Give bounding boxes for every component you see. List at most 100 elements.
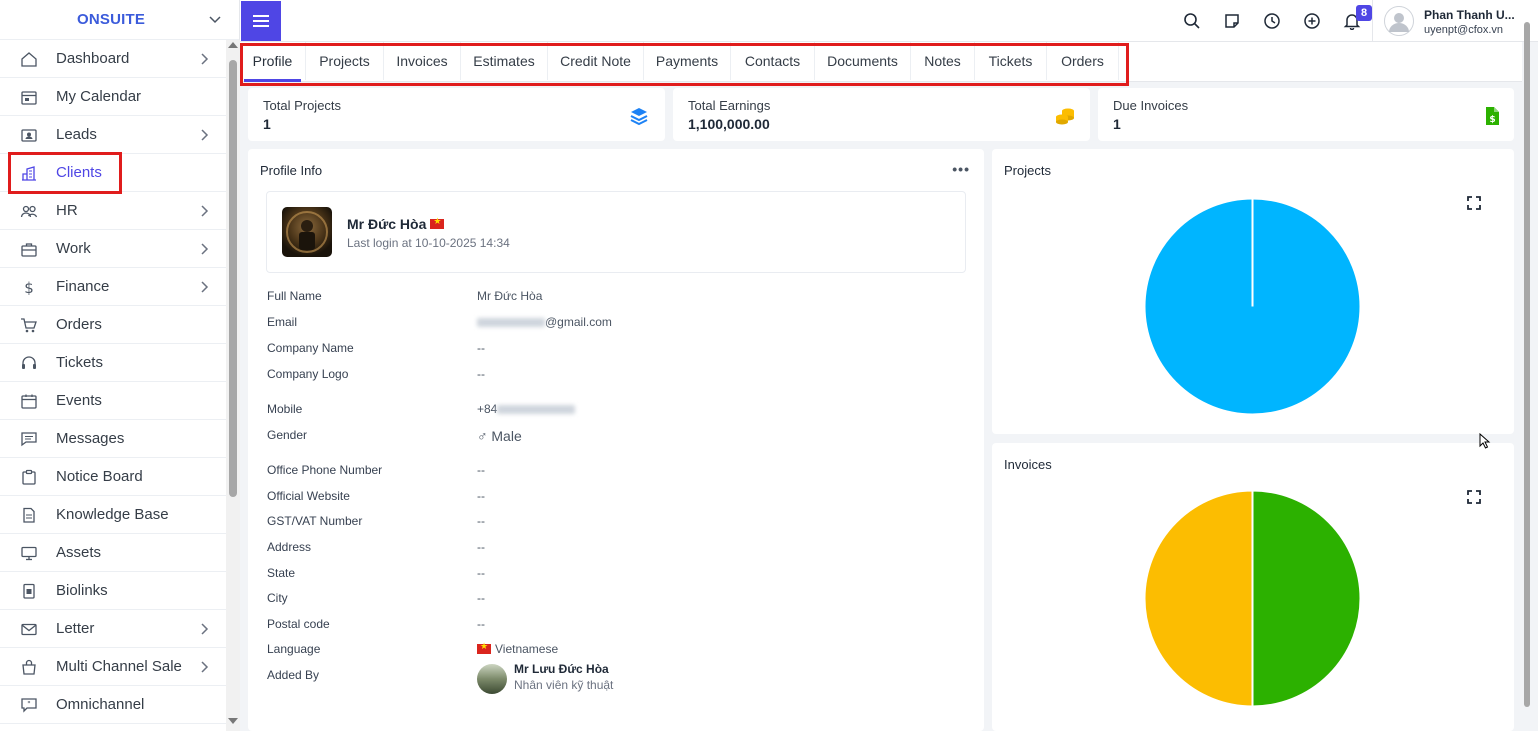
sidebar-item-label: Biolinks	[56, 582, 108, 599]
svg-text:": "	[27, 700, 31, 709]
envelope-icon	[20, 621, 38, 637]
field-label: Gender	[267, 428, 308, 442]
brand[interactable]: ONSUITE	[0, 0, 239, 40]
invoices-pie-slice-1[interactable]	[1143, 489, 1254, 708]
tab-invoices[interactable]: Invoices	[384, 42, 461, 80]
stat-label: Total Earnings	[688, 98, 771, 113]
sidebar-item-clients[interactable]: Clients	[0, 154, 226, 192]
tab-orders[interactable]: Orders	[1047, 42, 1119, 80]
user-name[interactable]: Phan Thanh U...	[1424, 8, 1515, 22]
sidebar-item-tickets[interactable]: Tickets	[0, 344, 226, 382]
sidebar-item-hr[interactable]: HR	[0, 192, 226, 230]
sidebar-scroll-thumb[interactable]	[229, 60, 237, 497]
sidebar-item-omnichannel[interactable]: " Omnichannel	[0, 686, 226, 724]
brand-name: ONSUITE	[77, 11, 146, 28]
sidebar-item-events[interactable]: Events	[0, 382, 226, 420]
sidebar-item-finance[interactable]: $ Finance	[0, 268, 226, 306]
card-title: Invoices	[1004, 457, 1052, 472]
monitor-icon	[20, 545, 38, 561]
invoice-dollar-icon: $	[1486, 107, 1499, 125]
tab-projects[interactable]: Projects	[306, 42, 384, 80]
tab-notes[interactable]: Notes	[911, 42, 975, 80]
sidebar-item-biolinks[interactable]: Biolinks	[0, 572, 226, 610]
sidebar-item-label: Tickets	[56, 354, 103, 371]
sidebar-item-messages[interactable]: Messages	[0, 420, 226, 458]
sidebar-item-label: HR	[56, 202, 78, 219]
field-value: +84	[477, 402, 576, 416]
tab-payments[interactable]: Payments	[644, 42, 731, 80]
tab-credit-note[interactable]: Credit Note	[548, 42, 644, 80]
last-login: Last login at 10-10-2025 14:34	[347, 236, 510, 250]
fullscreen-icon[interactable]	[1467, 196, 1481, 210]
scroll-down-arrow-icon[interactable]	[228, 718, 238, 724]
more-options-icon[interactable]: •••	[952, 161, 970, 177]
notification-badge: 8	[1356, 5, 1372, 21]
chat-quote-icon: "	[20, 697, 38, 713]
sidebar-item-work[interactable]: Work	[0, 230, 226, 268]
clock-icon[interactable]	[1263, 12, 1281, 30]
stat-card-total-earnings: Total Earnings 1,100,000.00	[673, 88, 1090, 141]
sidebar-item-notice-board[interactable]: Notice Board	[0, 458, 226, 496]
menu-toggle-button[interactable]	[241, 1, 281, 41]
added-by-avatar[interactable]	[477, 664, 507, 694]
bag-icon	[20, 659, 38, 675]
profile-summary: Mr Đức Hòa Last login at 10-10-2025 14:3…	[266, 191, 966, 273]
tab-estimates[interactable]: Estimates	[461, 42, 548, 80]
field-label: Official Website	[267, 489, 350, 503]
sidebar-item-label: Dashboard	[56, 50, 130, 67]
added-by-name[interactable]: Mr Lưu Đức Hòa	[514, 662, 609, 676]
client-tabs: Profile Projects Invoices Estimates Credit N…	[240, 42, 1522, 82]
stat-value: 1	[263, 116, 271, 132]
sidebar-item-leads[interactable]: Leads	[0, 116, 226, 154]
sidebar-item-label: Events	[56, 392, 102, 409]
sidebar-item-my-calendar[interactable]: My Calendar	[0, 78, 226, 116]
sidebar-item-label: Messages	[56, 430, 125, 447]
field-value: --	[477, 514, 485, 528]
fullscreen-icon[interactable]	[1467, 490, 1481, 504]
stat-label: Due Invoices	[1113, 98, 1189, 113]
sidebar-item-knowledge-base[interactable]: Knowledge Base	[0, 496, 226, 534]
chevron-right-icon[interactable]	[198, 622, 210, 636]
chevron-right-icon[interactable]	[198, 204, 210, 218]
scroll-up-arrow-icon[interactable]	[228, 42, 238, 48]
field-value: --	[477, 463, 485, 477]
field-label: City	[267, 591, 288, 605]
chevron-right-icon[interactable]	[198, 660, 210, 674]
vietnam-flag-icon	[430, 216, 445, 229]
field-value-text: +84	[477, 402, 498, 416]
field-value: --	[477, 617, 485, 631]
mouse-cursor-icon	[1479, 433, 1491, 449]
user-avatar[interactable]	[1384, 6, 1414, 36]
card-title: Projects	[1004, 163, 1051, 178]
user-email: uyenpt@cfox.vn	[1424, 24, 1504, 36]
projects-chart-card: Projects	[992, 149, 1514, 434]
sidebar-item-orders[interactable]: Orders	[0, 306, 226, 344]
sidebar-item-assets[interactable]: Assets	[0, 534, 226, 572]
document-icon	[20, 507, 38, 523]
field-value-text: Vietnamese	[495, 642, 559, 656]
tab-contacts[interactable]: Contacts	[731, 42, 815, 80]
chevron-right-icon[interactable]	[198, 242, 210, 256]
chevron-right-icon[interactable]	[198, 280, 210, 294]
page-scrollbar[interactable]	[1522, 8, 1532, 731]
chevron-down-icon[interactable]	[208, 12, 222, 26]
sticky-note-icon[interactable]	[1223, 12, 1241, 30]
redacted-text	[477, 318, 545, 328]
add-circle-icon[interactable]	[1303, 12, 1321, 30]
search-icon[interactable]	[1183, 12, 1201, 30]
field-value: --	[477, 367, 485, 381]
chevron-right-icon[interactable]	[198, 128, 210, 142]
sidebar-item-multi-channel-sale[interactable]: Multi Channel Sale	[0, 648, 226, 686]
sidebar-item-dashboard[interactable]: Dashboard	[0, 40, 226, 78]
invoices-pie-slice-0[interactable]	[1251, 489, 1362, 708]
building-icon	[20, 165, 38, 181]
tab-profile[interactable]: Profile	[240, 42, 306, 82]
chevron-right-icon[interactable]	[198, 52, 210, 66]
tab-tickets[interactable]: Tickets	[975, 42, 1047, 80]
page-scroll-thumb[interactable]	[1524, 22, 1530, 707]
field-label: Postal code	[267, 617, 330, 631]
field-value: --	[477, 591, 485, 605]
sidebar-item-letter[interactable]: Letter	[0, 610, 226, 648]
tab-documents[interactable]: Documents	[815, 42, 911, 80]
sidebar-item-label: Clients	[56, 164, 102, 181]
